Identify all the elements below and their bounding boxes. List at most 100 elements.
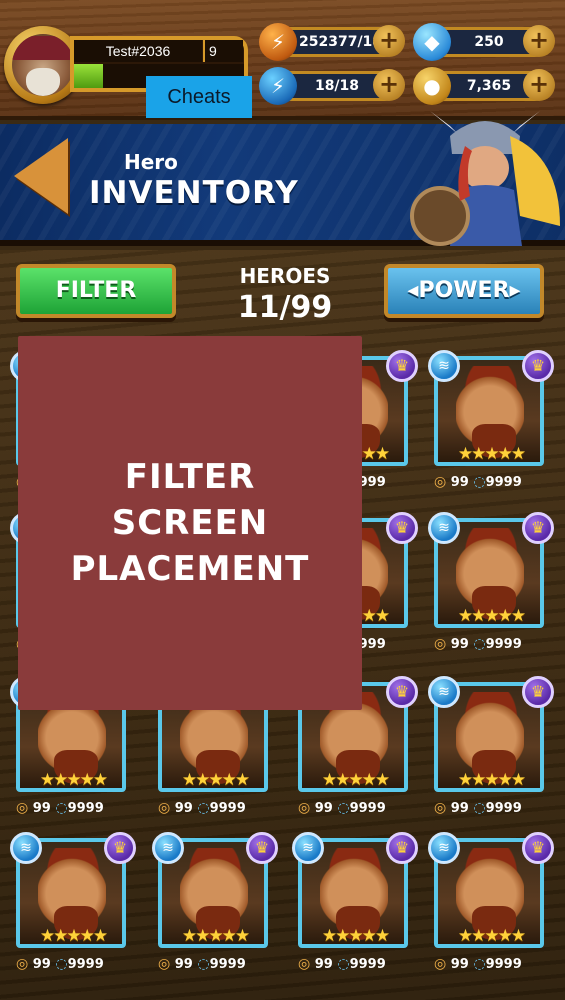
hero-stars: ★★★★★ [457,770,526,790]
water-element-icon: ≋ [428,512,460,544]
gold-coin-icon: ● [413,67,451,105]
hero-card[interactable]: ≋ ♛ ★★★★★ [292,832,418,956]
overlay-line-3: PLACEMENT [70,549,310,589]
hero-level: 99 [314,801,333,816]
hero-card[interactable]: ≋ ♛ ★★★★★ [152,832,278,956]
hero-card[interactable]: ≋ ♛ ★★★★★ [428,832,554,956]
gems-value: 250 [474,34,504,50]
hero-stats: ◎ 99 ◌9999 [298,800,428,820]
hero-stats: ◎ 99 ◌9999 [434,956,564,976]
level-icon: ◎ [16,956,29,972]
water-element-icon: ≋ [10,832,42,864]
water-element-icon: ≋ [428,832,460,864]
filter-screen-placeholder: FILTER SCREEN PLACEMENT [18,336,362,710]
level-icon: ◎ [298,800,311,816]
filter-button[interactable]: FILTER [16,264,176,318]
add-gold-button[interactable]: + [523,69,555,101]
water-element-icon: ≋ [428,350,460,382]
power-icon: ◌ [197,956,210,972]
heroes-label: HEROES [239,264,331,288]
hero-level: 99 [174,801,193,816]
hero-power: 9999 [209,957,246,972]
crown-icon: ♛ [522,832,554,864]
lightning-orange-icon: ⚡ [259,23,297,61]
energy-resource: ⚡ 252377/18 + [259,23,405,61]
power-icon: ◌ [337,800,350,816]
crown-icon: ♛ [522,676,554,708]
hero-card[interactable]: ≋ ♛ ★★★★★ [428,512,554,636]
add-stamina-button[interactable]: + [373,69,405,101]
water-element-icon: ≋ [152,832,184,864]
power-icon: ◌ [473,474,486,490]
hero-stars: ★★★★★ [457,444,526,464]
hero-card[interactable]: ≋ ♛ ★★★★★ [10,832,136,956]
level-icon: ◎ [434,636,447,652]
hero-power: 9999 [485,475,522,490]
hero-power: 9999 [209,801,246,816]
avatar-portrait [12,34,74,96]
back-arrow-icon[interactable] [14,138,68,214]
gold-resource: ● 7,365 + [413,67,555,105]
hero-stats: ◎ 99 ◌9999 [434,474,564,494]
hero-level: 99 [314,957,333,972]
hero-power: 9999 [349,957,386,972]
hero-level: 99 [450,637,469,652]
xp-bar-fill [74,64,103,88]
add-gems-button[interactable]: + [523,25,555,57]
lightning-blue-icon: ⚡ [259,67,297,105]
hero-level: 99 [450,801,469,816]
power-icon: ◌ [337,956,350,972]
overlay-line-1: FILTER [124,457,256,497]
hero-level: 99 [174,957,193,972]
crown-icon: ♛ [386,350,418,382]
add-energy-button[interactable]: + [373,25,405,57]
gems-resource: ◆ 250 + [413,23,555,61]
gem-icon: ◆ [413,23,451,61]
power-icon: ◌ [473,956,486,972]
level-icon: ◎ [434,956,447,972]
crown-icon: ♛ [522,512,554,544]
hero-stats: ◎ 99 ◌9999 [434,800,564,820]
power-icon: ◌ [473,636,486,652]
crown-icon: ♛ [386,676,418,708]
hero-level: 99 [450,475,469,490]
player-name: Test#2036 [74,40,202,62]
hero-power: 9999 [67,801,104,816]
hero-power: 9999 [485,637,522,652]
crown-icon: ♛ [104,832,136,864]
hero-stats: ◎ 99 ◌9999 [158,800,288,820]
heroes-count: 11/99 [237,290,333,325]
power-icon: ◌ [55,800,68,816]
level-icon: ◎ [298,956,311,972]
hero-stats: ◎ 99 ◌9999 [298,956,428,976]
hero-stars: ★★★★★ [39,770,108,790]
power-icon: ◌ [473,800,486,816]
hero-stars: ★★★★★ [321,770,390,790]
hero-stars: ★★★★★ [181,770,250,790]
crown-icon: ♛ [246,832,278,864]
hero-card[interactable]: ≋ ♛ ★★★★★ [428,350,554,474]
hero-stats: ◎ 99 ◌9999 [434,636,564,656]
power-icon: ◌ [197,800,210,816]
hero-power: 9999 [485,957,522,972]
hero-card[interactable]: ≋ ♛ ★★★★★ [428,676,554,800]
cheats-button[interactable]: Cheats [146,76,252,118]
water-element-icon: ≋ [292,832,324,864]
page-title: INVENTORY [89,175,299,211]
gold-value: 7,365 [466,78,512,94]
crown-icon: ♛ [386,512,418,544]
hero-stats: ◎ 99 ◌9999 [16,956,146,976]
stamina-value: 18/18 [314,78,360,94]
sort-power-button[interactable]: ◂POWER▸ [384,264,544,318]
hero-stars: ★★★★★ [181,926,250,946]
crown-icon: ♛ [386,832,418,864]
crown-icon: ♛ [522,350,554,382]
hero-stats: ◎ 99 ◌9999 [16,800,146,820]
header-subtitle: Hero [124,150,178,174]
hero-level: 99 [32,957,51,972]
hero-stars: ★★★★★ [457,926,526,946]
overlay-line-2: SCREEN [111,503,269,543]
level-icon: ◎ [16,800,29,816]
level-icon: ◎ [434,474,447,490]
hero-level: 99 [32,801,51,816]
